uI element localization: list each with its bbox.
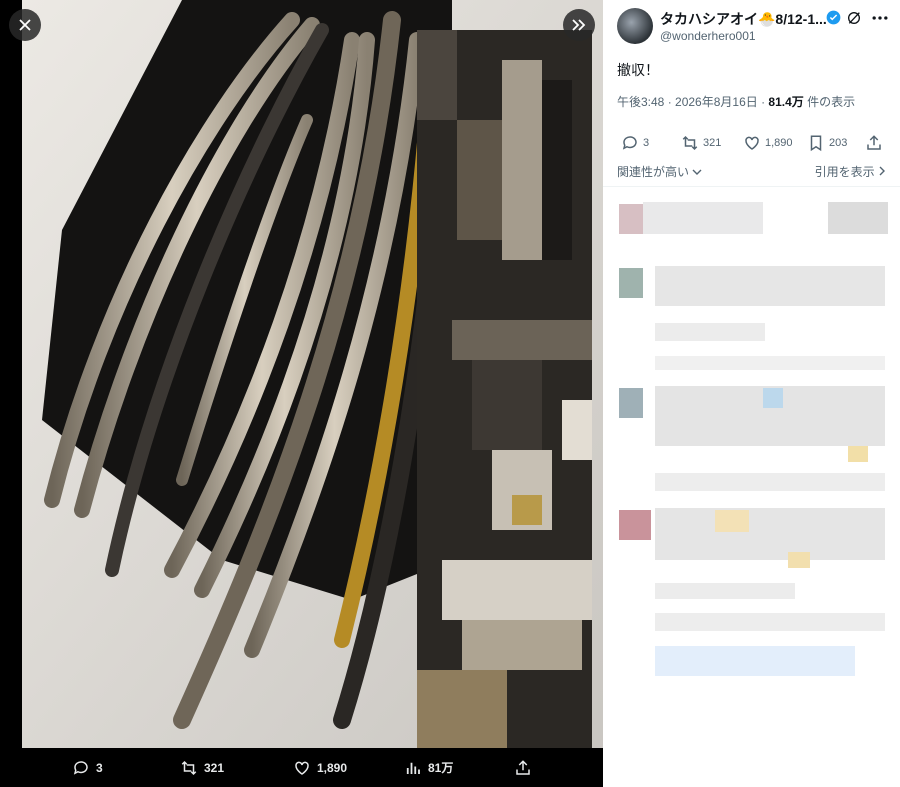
blurred-reply-line (655, 613, 885, 631)
tweet-detail-panel: タカハシアオイ🐣8/12-1... @wonderhero001 撤収！ 午後3… (603, 0, 900, 787)
swords-photo-illustration (22, 0, 603, 748)
retweet-button[interactable]: 321 (681, 134, 721, 152)
blurred-reply-line (655, 583, 795, 599)
divider (603, 186, 900, 187)
tweet-time[interactable]: 午後3:48 (617, 95, 664, 109)
blurred-avatar (619, 388, 643, 418)
media-viewer: 3 321 1,890 81万 (0, 0, 603, 787)
blurred-reply-line (655, 508, 885, 560)
tweet-text: 撤収！ (617, 62, 659, 78)
like-count: 1,890 (765, 137, 793, 149)
media-share-button[interactable] (514, 748, 532, 787)
blurred-replies-area (603, 188, 900, 787)
retweet-count: 321 (703, 137, 722, 149)
mosaic-censor (417, 30, 592, 748)
chevron-right-icon (879, 166, 885, 176)
blurred-reply-line (655, 646, 855, 676)
bookmark-count: 203 (829, 137, 848, 149)
bookmark-icon (810, 135, 822, 152)
blurred-reply-line (655, 266, 885, 306)
views-chart-icon (406, 762, 420, 774)
meta-separator-2: · (757, 95, 769, 109)
reply-icon (622, 136, 637, 150)
media-action-bar: 3 321 1,890 81万 (0, 748, 603, 787)
media-reply-button[interactable]: 3 (72, 748, 103, 787)
meta-separator: · (664, 95, 676, 109)
grok-icon[interactable] (846, 10, 862, 26)
bookmark-button[interactable]: 203 (807, 134, 847, 152)
share-button[interactable] (865, 134, 883, 152)
blurred-reply-line (655, 323, 765, 341)
close-button[interactable] (9, 9, 41, 41)
reply-count: 3 (643, 137, 650, 149)
close-icon (19, 19, 31, 31)
tweet-action-bar: 3 321 1,890 203 (617, 134, 887, 156)
like-button[interactable]: 1,890 (743, 134, 793, 152)
media-reply-count: 3 (96, 760, 103, 775)
blurred-avatar (619, 204, 643, 234)
blurred-reply-line (655, 473, 885, 491)
media-retweet-count: 321 (204, 760, 225, 775)
retweet-icon (682, 135, 698, 151)
more-options-icon[interactable] (870, 9, 890, 27)
media-retweet-button[interactable]: 321 (180, 748, 224, 787)
user-handle[interactable]: @wonderhero001 (660, 29, 756, 43)
blurred-reply-line (788, 552, 810, 568)
view-quotes-label: 引用を表示 (814, 165, 875, 179)
media-views-count: 81万 (428, 761, 454, 775)
media-views-button[interactable]: 81万 (404, 748, 453, 787)
tweet-views-count: 81.4万 (768, 95, 804, 109)
display-name[interactable]: タカハシアオイ🐣8/12-1... (660, 9, 827, 29)
tweet-photo[interactable] (22, 0, 603, 748)
blurred-reply-line (828, 202, 888, 234)
retweet-icon (181, 760, 197, 775)
blurred-reply-line (763, 388, 783, 408)
reply-sort-label: 関連性が高い (617, 165, 690, 179)
reply-button[interactable]: 3 (621, 134, 649, 152)
blurred-reply-line (643, 202, 763, 234)
heart-icon (295, 761, 309, 775)
expand-panel-button[interactable] (563, 9, 595, 41)
media-like-button[interactable]: 1,890 (293, 748, 347, 787)
avatar[interactable] (617, 8, 653, 44)
media-like-count: 1,890 (317, 760, 348, 775)
share-icon (516, 759, 530, 775)
view-quotes-link[interactable]: 引用を表示 (815, 163, 886, 180)
share-icon (867, 135, 881, 150)
verified-badge-icon (826, 10, 841, 25)
reply-icon (73, 760, 88, 775)
blurred-reply-line (715, 510, 749, 532)
heart-icon (745, 136, 759, 150)
tweet-date[interactable]: 2026年8月16日 (675, 95, 758, 109)
blurred-avatar (619, 510, 651, 540)
blurred-reply-line (655, 356, 885, 370)
blurred-reply-line (848, 446, 868, 462)
chevron-down-icon (692, 169, 702, 175)
blurred-avatar (619, 268, 643, 298)
double-chevron-right-icon (572, 19, 586, 31)
reply-sort-dropdown[interactable]: 関連性が高い (617, 163, 702, 180)
tweet-views-suffix: 件の表示 (803, 95, 856, 109)
tweet-meta: 午後3:48 · 2026年8月16日 · 81.4万 件の表示 (617, 93, 855, 110)
